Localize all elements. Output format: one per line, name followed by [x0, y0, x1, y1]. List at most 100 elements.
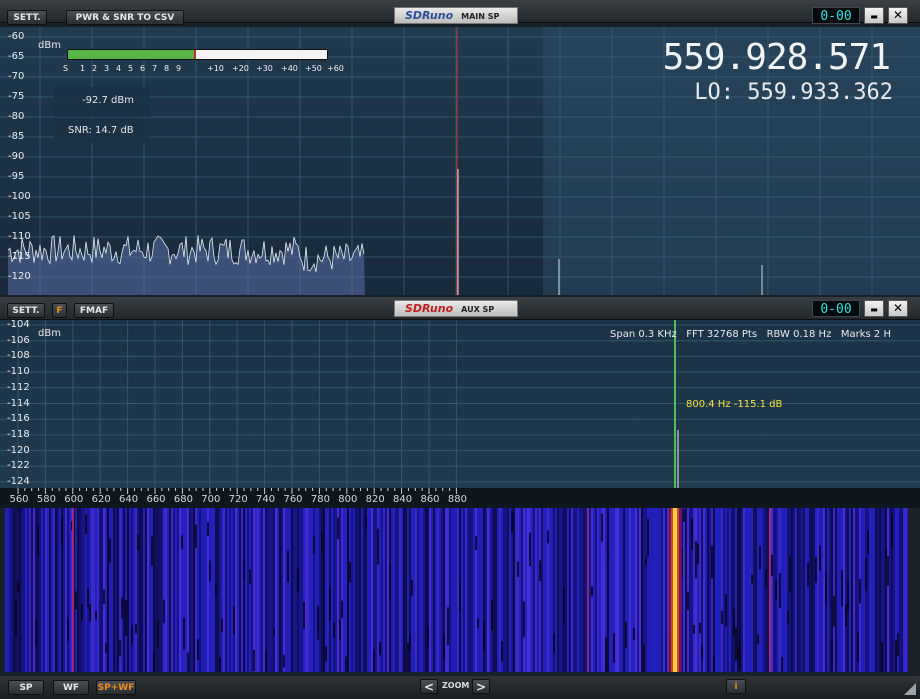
main-y-tick-label: -90 — [8, 151, 25, 162]
s-meter-scale: S 1 2 3 4 5 6 7 8 9 +10 +20 +30 +40 +50 +60 — [63, 64, 344, 76]
close-icon: ✕ — [892, 8, 904, 22]
frequency-tick-label: 760 — [283, 494, 303, 505]
frequency-tick-label: 580 — [36, 494, 56, 505]
frequency-tick-label: 780 — [310, 494, 330, 505]
s-meter-scale-label: +40 — [281, 64, 298, 73]
aux-lcd-readout: 0-00 — [812, 300, 860, 317]
main-sp-title: SDRuno MAIN SP — [394, 7, 518, 24]
aux-f-button[interactable]: F — [52, 303, 67, 318]
close-icon: ✕ — [892, 301, 904, 315]
main-y-tick-label: -105 — [8, 211, 31, 222]
main-y-tick-label: -95 — [8, 171, 25, 182]
main-y-tick-label: -110 — [8, 231, 31, 242]
frequency-tick-label: 660 — [146, 494, 166, 505]
aux-y-tick-label: -112 — [7, 381, 30, 393]
lo-frequency[interactable]: LO: 559.933.362 — [694, 80, 893, 105]
aux-sp-title: SDRuno AUX SP — [394, 300, 518, 317]
snr-readout: SNR: 14.7 dB — [68, 125, 134, 136]
minimize-icon: ▬ — [870, 12, 878, 21]
frequency-tick-label: 560 — [9, 494, 29, 505]
s-meter-scale-label: S — [63, 64, 69, 73]
main-y-tick-label: -80 — [8, 111, 25, 122]
s-meter-scale-label: +10 — [207, 64, 224, 73]
main-y-tick-label: -120 — [8, 271, 31, 282]
frequency-tick-label: 740 — [256, 494, 276, 505]
aux-y-tick-label: -110 — [7, 366, 30, 378]
main-y-tick-label: -60 — [8, 31, 25, 42]
main-settings-button[interactable]: SETT. — [7, 10, 47, 25]
zoom-in-button[interactable]: > — [472, 679, 490, 694]
aux-close-button[interactable]: ✕ — [888, 300, 908, 317]
main-minimize-button[interactable]: ▬ — [864, 7, 884, 24]
main-y-tick-label: -65 — [8, 51, 25, 62]
aux-settings-button[interactable]: SETT. — [7, 303, 45, 318]
info-button[interactable]: i — [726, 679, 746, 694]
s-meter-scale-label: 6 — [140, 64, 146, 73]
sp-wf-view-button[interactable]: SP+WF — [96, 680, 136, 695]
sdruno-logo: SDRuno — [405, 302, 454, 315]
s-meter-scale-label: 7 — [152, 64, 158, 73]
frequency-tick-label: 640 — [119, 494, 139, 505]
frequency-tick-label: 880 — [447, 494, 467, 505]
wf-view-button[interactable]: WF — [53, 680, 89, 695]
main-y-tick-label: -115 — [8, 251, 31, 262]
aux-fmaf-button[interactable]: FMAF — [74, 303, 114, 318]
aux-y-tick-label: -116 — [7, 413, 30, 425]
waterfall-graphics — [5, 508, 908, 672]
main-spectrum-plot[interactable]: dBm -60 -65 -70 -75 -80 -85 -90 -95 -100 -105 -110… — [0, 27, 920, 295]
aux-window-title: AUX SP — [461, 305, 495, 314]
main-y-tick-label: -100 — [8, 191, 31, 202]
marker-readout: 800.4 Hz -115.1 dB — [686, 399, 783, 410]
waterfall-right-edge — [908, 508, 920, 676]
frequency-tick-label: 820 — [365, 494, 385, 505]
main-y-tick-label: -85 — [8, 131, 25, 142]
main-y-tick-label: -70 — [8, 71, 25, 82]
aux-info-line: Span 0.3 KHz FFT 32768 Pts RBW 0.18 Hz M… — [610, 329, 891, 340]
aux-y-tick-label: -120 — [7, 444, 30, 456]
power-readout: -92.7 dBm — [82, 95, 135, 106]
frequency-tick-label: 860 — [420, 494, 440, 505]
frequency-tick-label: 680 — [173, 494, 193, 505]
s-meter-bar — [67, 49, 328, 60]
s-meter-scale-label: +20 — [232, 64, 249, 73]
s-meter-level — [68, 50, 196, 59]
minimize-icon: ▬ — [870, 305, 878, 314]
s-meter-scale-label: +30 — [256, 64, 273, 73]
frequency-tick-label: 600 — [64, 494, 84, 505]
s-meter-scale-label: 1 — [80, 64, 86, 73]
aux-y-tick-label: -118 — [7, 428, 30, 440]
s-meter-scale-label: 4 — [116, 64, 122, 73]
s-meter-scale-label: +60 — [327, 64, 344, 73]
pwr-snr-csv-button[interactable]: PWR & SNR TO CSV — [66, 10, 184, 25]
aux-y-tick-label: -104 — [7, 320, 30, 330]
aux-frequency-axis[interactable]: 560 580 600 620 640 660 680 700 720 740 760 780 800 8… — [0, 488, 920, 508]
s-meter-scale-label: 5 — [128, 64, 134, 73]
main-lcd-readout: 0-00 — [812, 7, 860, 24]
aux-y-tick-label: -124 — [7, 476, 30, 487]
zoom-out-button[interactable]: < — [420, 679, 438, 694]
resize-grip-icon[interactable] — [904, 683, 916, 695]
sp-view-button[interactable]: SP — [8, 680, 44, 695]
frequency-tick-label: 720 — [228, 494, 248, 505]
zoom-label: ZOOM — [442, 681, 470, 690]
frequency-tick-label: 620 — [91, 494, 111, 505]
aux-y-tick-label: -106 — [7, 334, 30, 346]
s-meter-scale-label: +50 — [305, 64, 322, 73]
aux-y-tick-label: -114 — [7, 397, 30, 409]
vfo-frequency[interactable]: 559.928.571 — [663, 37, 891, 78]
aux-y-tick-label: -108 — [7, 350, 30, 362]
main-y-tick-label: -75 — [8, 91, 25, 102]
main-y-unit: dBm — [38, 40, 61, 51]
sdruno-logo: SDRuno — [405, 9, 454, 22]
aux-minimize-button[interactable]: ▬ — [864, 300, 884, 317]
s-meter-scale-label: 9 — [176, 64, 182, 73]
s-meter-scale-label: 2 — [92, 64, 98, 73]
frequency-tick-label: 800 — [338, 494, 358, 505]
main-close-button[interactable]: ✕ — [888, 7, 908, 24]
aux-y-tick-label: -122 — [7, 460, 30, 472]
frequency-tick-label: 700 — [201, 494, 221, 505]
s-meter-scale-label: 8 — [164, 64, 170, 73]
aux-spectrum-plot[interactable]: dBm -104 -106 -108 -110 -112 -114 -116 -118 -120… — [0, 320, 920, 488]
waterfall-display[interactable] — [5, 508, 908, 672]
main-window-title: MAIN SP — [461, 12, 500, 21]
